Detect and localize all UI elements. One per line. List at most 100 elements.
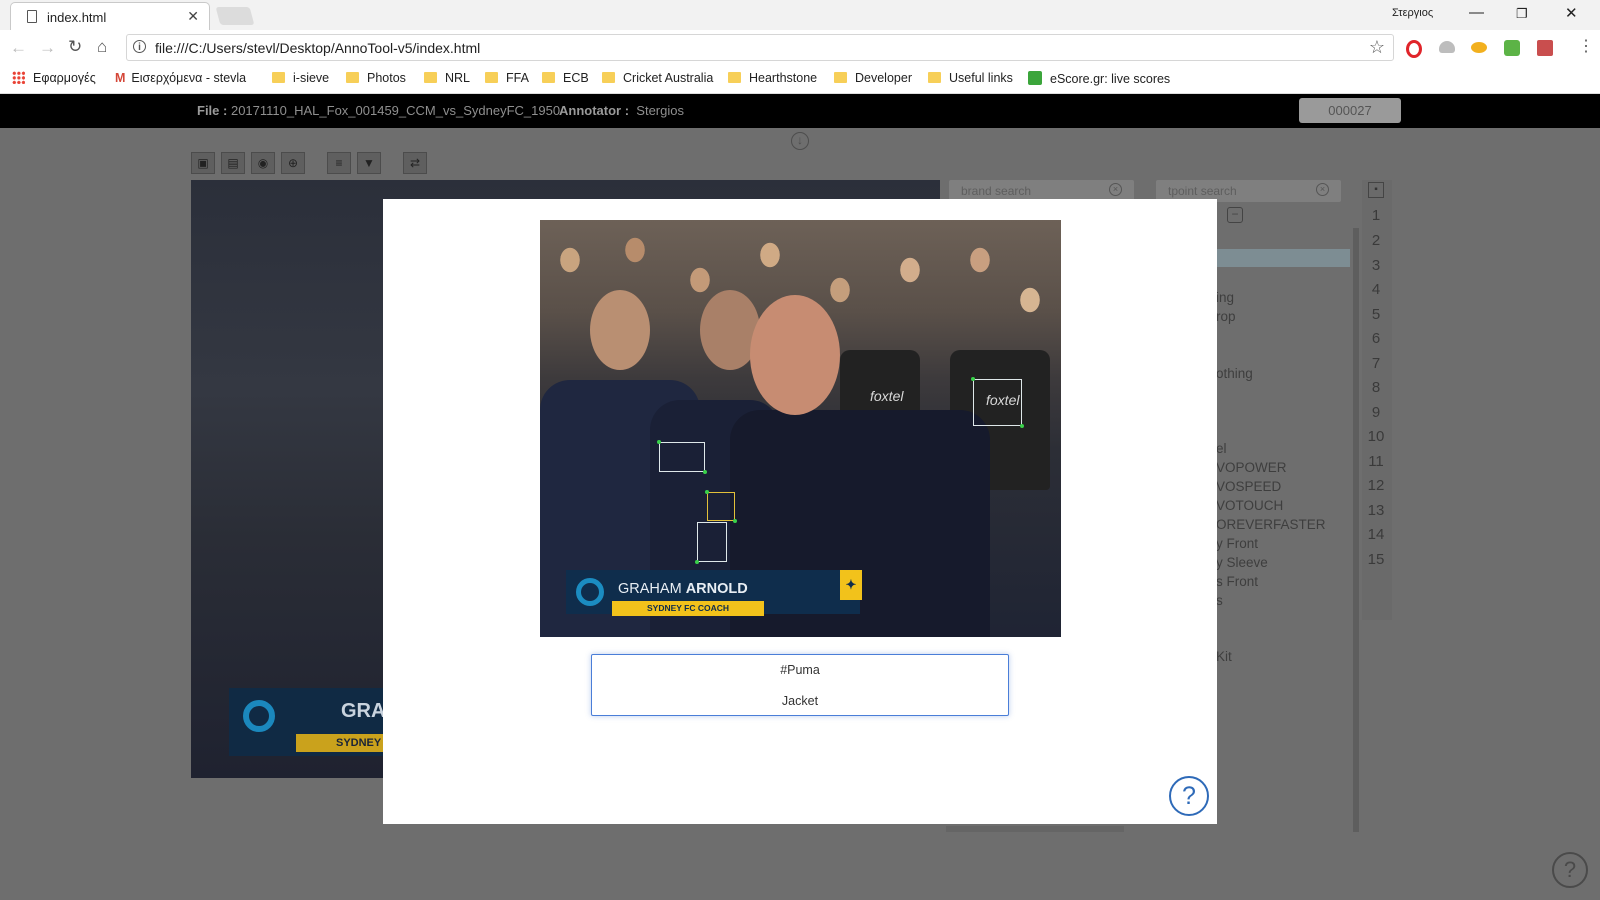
window-close-icon[interactable]: ✕ — [1565, 4, 1578, 22]
forward-icon[interactable]: → — [39, 38, 56, 58]
tpoint-list-item[interactable]: s Front — [1216, 574, 1258, 589]
bookmark-folder[interactable]: Hearthstone — [728, 71, 817, 85]
collapse-icon[interactable]: − — [1227, 207, 1243, 223]
bookmark-folder[interactable]: Cricket Australia — [602, 71, 713, 85]
bookmark-escore[interactable]: eScore.gr: live scores — [1028, 71, 1170, 86]
clear-icon[interactable]: × — [1109, 183, 1122, 196]
frame-number[interactable]: 4 — [1362, 281, 1390, 298]
frame-number[interactable]: 7 — [1362, 355, 1390, 372]
minimize-icon[interactable]: — — [1469, 4, 1484, 21]
box-handle[interactable] — [703, 470, 707, 474]
box-handle[interactable] — [1020, 424, 1024, 428]
frame-number[interactable]: 2 — [1362, 232, 1390, 249]
annotation-box[interactable] — [973, 379, 1022, 426]
tpoint-list-item[interactable]: othing — [1216, 366, 1253, 381]
cloud-icon[interactable] — [1439, 41, 1455, 53]
bookmark-folder[interactable]: FFA — [485, 71, 529, 85]
tpoint-list-item[interactable]: y Front — [1216, 536, 1258, 551]
frame-number[interactable]: 14 — [1362, 526, 1390, 543]
tpoint-list-item[interactable]: OREVERFASTER — [1216, 517, 1326, 532]
tab-close-icon[interactable]: ✕ — [187, 8, 199, 25]
tpoint-list-item[interactable]: ing — [1216, 290, 1234, 305]
selected-annotation-box[interactable] — [707, 492, 735, 521]
download-extension-icon[interactable] — [1504, 40, 1520, 56]
bookmark-folder[interactable]: Useful links — [928, 71, 1013, 85]
reload-icon[interactable]: ↻ — [68, 37, 82, 57]
image-icon[interactable]: ▣ — [191, 152, 215, 174]
tpoint-list-item[interactable]: VOTOUCH — [1216, 498, 1283, 513]
tpoint-list-item[interactable]: VOPOWER — [1216, 460, 1287, 475]
help-icon[interactable]: ? — [1169, 776, 1209, 816]
bookmark-apps[interactable]: Εφαρμογές — [12, 71, 96, 85]
gmail-icon: M — [115, 71, 126, 85]
home-icon[interactable]: ⌂ — [97, 37, 107, 57]
eye-toggle-icon[interactable]: ◉ — [251, 152, 275, 174]
address-bar[interactable]: i file:///C:/Users/stevl/Desktop/AnnoToo… — [126, 34, 1394, 61]
url-text[interactable]: file:///C:/Users/stevl/Desktop/AnnoTool-… — [155, 40, 480, 56]
tpoint-list-item[interactable]: VOSPEED — [1216, 479, 1281, 494]
person-right-head — [750, 295, 840, 415]
box-handle[interactable] — [971, 377, 975, 381]
frame-number[interactable]: 6 — [1362, 330, 1390, 347]
image-file-icon[interactable]: ▤ — [221, 152, 245, 174]
frame-number[interactable]: 10 — [1362, 428, 1390, 445]
frame-number[interactable]: 8 — [1362, 379, 1390, 396]
browser-tab[interactable]: index.html ✕ — [10, 2, 210, 30]
tpoint-list-item[interactable]: s — [1216, 593, 1223, 608]
frame-number[interactable]: 15 — [1362, 551, 1390, 568]
tpoint-list-item[interactable]: el — [1216, 441, 1227, 456]
clear-icon[interactable]: × — [1316, 183, 1329, 196]
download-circle-icon[interactable]: ↓ — [791, 132, 809, 150]
frame-number[interactable]: 9 — [1362, 404, 1390, 421]
menu-kebab-icon[interactable]: ⋮ — [1578, 36, 1594, 56]
frame-number[interactable]: 5 — [1362, 306, 1390, 323]
bookmark-folder[interactable]: i-sieve — [272, 71, 329, 85]
annotation-label-box[interactable]: #Puma Jacket — [591, 654, 1009, 716]
folder-icon — [272, 72, 285, 83]
help-icon[interactable]: ? — [1552, 852, 1588, 888]
frame-number[interactable]: 12 — [1362, 477, 1390, 494]
add-circle-icon[interactable]: ⊕ — [281, 152, 305, 174]
eye-icon[interactable] — [1471, 42, 1487, 53]
frame-number[interactable]: 3 — [1362, 257, 1390, 274]
annotation-box[interactable] — [659, 442, 705, 472]
hexagon-logo — [576, 578, 604, 606]
save-icon[interactable]: ▪ — [1368, 182, 1384, 198]
frame-number[interactable]: 1 — [1362, 207, 1390, 224]
hexagon-logo — [243, 700, 275, 732]
filter-icon[interactable]: ▼ — [357, 152, 381, 174]
bookmark-label: Useful links — [949, 71, 1013, 85]
new-tab-button[interactable] — [215, 7, 255, 25]
frame-number[interactable]: 13 — [1362, 502, 1390, 519]
box-handle[interactable] — [695, 560, 699, 564]
scrollbar[interactable] — [1353, 228, 1359, 832]
opera-icon[interactable] — [1406, 40, 1422, 58]
frame-id-button[interactable]: 000027 — [1299, 98, 1401, 123]
bookmark-folder[interactable]: ECB — [542, 71, 589, 85]
tpoint-list-item[interactable]: y Sleeve — [1216, 555, 1268, 570]
box-handle[interactable] — [705, 490, 709, 494]
swap-icon[interactable]: ⇄ — [403, 152, 427, 174]
tpoint-list-item[interactable]: Kit — [1216, 649, 1232, 664]
profile-name[interactable]: Στεργιος — [1392, 7, 1433, 19]
bookmark-folder[interactable]: Photos — [346, 71, 406, 85]
pdf-icon[interactable] — [1537, 40, 1553, 56]
annotation-box[interactable] — [697, 522, 727, 562]
info-icon[interactable]: i — [133, 40, 146, 53]
bookmark-folder[interactable]: Developer — [834, 71, 912, 85]
bookmark-folder[interactable]: NRL — [424, 71, 470, 85]
frame-number[interactable]: 11 — [1362, 453, 1390, 470]
box-handle[interactable] — [733, 519, 737, 523]
bookmark-label: NRL — [445, 71, 471, 85]
bookmark-star-icon[interactable]: ☆ — [1369, 37, 1385, 58]
list-icon[interactable]: ≡ — [327, 152, 351, 174]
seat-logo-text: foxtel — [870, 388, 904, 404]
browser-tab-strip: index.html ✕ Στεργιος — ❐ ✕ — [0, 0, 1600, 30]
back-icon[interactable]: ← — [10, 38, 27, 58]
box-handle[interactable] — [657, 440, 661, 444]
tpoint-list-item[interactable]: rop — [1216, 309, 1236, 324]
scrollbar[interactable] — [946, 826, 1124, 832]
bookmark-gmail[interactable]: M Εισερχόμενα - stevla — [115, 71, 246, 85]
annotation-crop-image[interactable]: foxtel foxtel GRAHAM ARNOLD SYDNEY FC CO… — [540, 220, 1061, 637]
restore-icon[interactable]: ❐ — [1516, 6, 1528, 22]
